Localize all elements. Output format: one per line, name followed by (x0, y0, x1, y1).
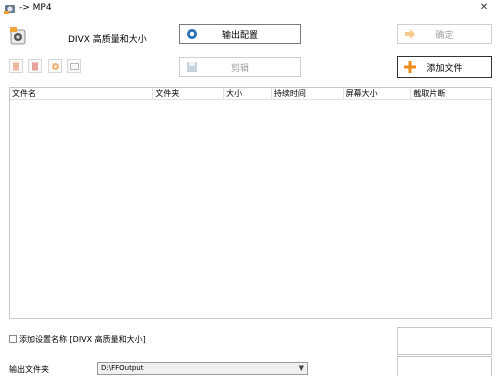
remove-item-button[interactable] (28, 59, 42, 73)
clip-label: 剪辑 (230, 63, 249, 74)
media-info-button[interactable] (67, 59, 81, 73)
settings-button[interactable] (48, 59, 62, 73)
gear-icon (51, 62, 59, 70)
file-list-header: 文件名 文件夹 大小 持续时间 屏幕大小 截取片断 (10, 88, 491, 100)
output-config-label: 输出配置 (221, 30, 258, 41)
output-folder-value: D:\FFOutput (101, 364, 144, 372)
output-folder-label: 输出文件夹 (9, 365, 49, 374)
close-icon: ✕ (479, 2, 489, 13)
media-icon (69, 62, 79, 70)
add-setting-name-label[interactable]: 添加设置名称 [DIVX 高质量和大小] (19, 334, 146, 345)
plus-icon (404, 61, 416, 73)
options-panel-secondary[interactable] (397, 356, 492, 376)
title-bar: -> MP4 ✕ (0, 0, 500, 18)
add-file-label: 添加文件 (426, 63, 463, 74)
clip-button[interactable]: 剪辑 (179, 57, 301, 77)
add-setting-name-checkbox[interactable] (9, 335, 17, 343)
save-clip-icon (187, 62, 197, 72)
column-header-clip-segment[interactable]: 截取片断 (411, 88, 491, 99)
window-title: -> MP4 (19, 3, 52, 13)
output-folder-select[interactable]: D:\FFOutput ▼ (97, 362, 308, 375)
file-remove-icon (31, 62, 38, 70)
column-header-duration[interactable]: 持续时间 (272, 88, 344, 99)
confirm-label: 确定 (435, 30, 454, 41)
add-file-button[interactable]: 添加文件 (397, 56, 492, 78)
chevron-down-icon: ▼ (298, 364, 304, 372)
arrow-right-icon (405, 29, 415, 39)
file-list[interactable]: 文件名 文件夹 大小 持续时间 屏幕大小 截取片断 (9, 87, 492, 319)
output-config-button[interactable]: 输出配置 (179, 24, 301, 44)
confirm-button[interactable]: 确定 (397, 24, 492, 44)
gear-globe-icon (187, 29, 197, 39)
options-panel-button[interactable] (397, 327, 492, 355)
add-item-button[interactable] (9, 59, 23, 73)
column-header-screen-size[interactable]: 屏幕大小 (344, 88, 412, 99)
close-button[interactable]: ✕ (477, 1, 491, 15)
preset-label: DIVX 高质量和大小 (68, 35, 147, 45)
app-icon (4, 5, 15, 14)
column-header-filename[interactable]: 文件名 (10, 88, 154, 99)
column-header-size[interactable]: 大小 (224, 88, 272, 99)
preset-icon (10, 27, 26, 45)
column-header-folder[interactable]: 文件夹 (153, 88, 225, 99)
file-add-icon (12, 62, 19, 70)
